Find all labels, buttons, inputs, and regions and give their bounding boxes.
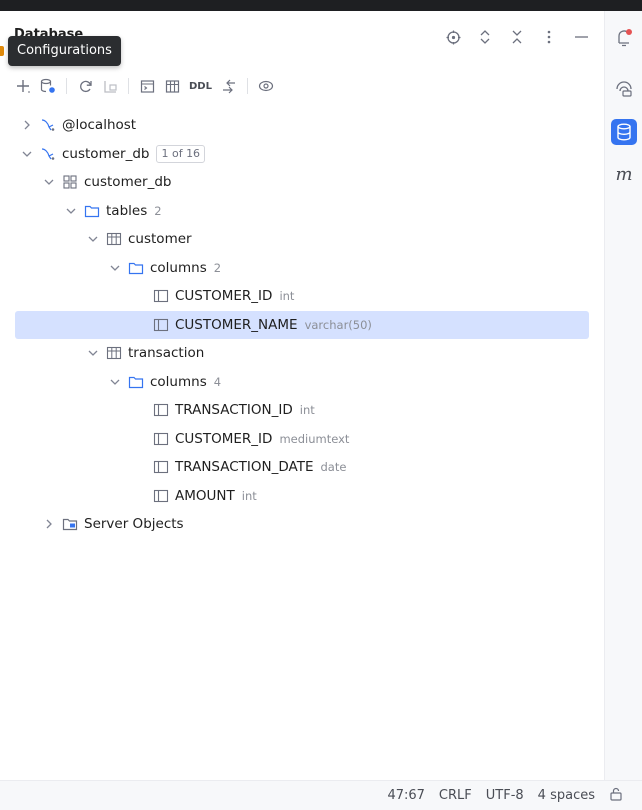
tree-item-label: CUSTOMER_NAME — [175, 316, 298, 333]
tree-item-column-transaction-date[interactable]: TRANSACTION_DATE date — [0, 453, 604, 482]
lock-icon[interactable] — [602, 787, 630, 805]
expand-all-icon[interactable] — [476, 28, 494, 46]
column-type: varchar(50) — [304, 317, 372, 332]
tree-item-transaction-columns[interactable]: columns 4 — [0, 368, 604, 397]
server-objects-icon — [62, 516, 78, 532]
column-icon — [153, 431, 169, 447]
column-type: int — [241, 488, 257, 503]
column-icon — [153, 488, 169, 504]
chevron-down-icon[interactable] — [108, 261, 122, 275]
chevron-down-icon[interactable] — [108, 375, 122, 389]
column-type: int — [279, 289, 295, 304]
tree-item-label: columns — [150, 259, 207, 276]
add-icon[interactable] — [12, 75, 34, 97]
item-count: 4 — [213, 374, 222, 389]
tree-item-server-objects[interactable]: Server Objects — [0, 510, 604, 539]
toolbar-separator — [66, 78, 67, 94]
view-options-icon[interactable] — [255, 75, 277, 97]
tree-item-label: TRANSACTION_ID — [175, 402, 293, 419]
ai-assistant-icon[interactable] — [613, 78, 635, 100]
chevron-right-icon[interactable] — [20, 118, 34, 132]
header-actions — [444, 28, 590, 46]
schema-count-badge[interactable]: 1 of 16 — [156, 144, 206, 163]
ddl-button[interactable]: DDL — [186, 75, 215, 97]
item-count: 2 — [213, 260, 222, 275]
chevron-down-icon[interactable] — [86, 346, 100, 360]
column-type: date — [320, 460, 347, 475]
tree-item-column-transaction-id[interactable]: TRANSACTION_ID int — [0, 396, 604, 425]
tree-item-customer-db-datasource[interactable]: customer_db 1 of 16 — [0, 140, 604, 169]
right-tool-strip: m — [604, 11, 642, 780]
minimize-icon[interactable] — [572, 28, 590, 46]
tree-item-label: tables — [106, 202, 148, 219]
line-separator[interactable]: CRLF — [432, 788, 479, 803]
folder-icon — [128, 374, 144, 390]
collapse-all-icon[interactable] — [508, 28, 526, 46]
table-editor-icon[interactable] — [161, 75, 183, 97]
disconnect-icon[interactable] — [99, 75, 121, 97]
tree-item-transaction-table[interactable]: transaction — [0, 339, 604, 368]
database-tool-window: Database DDL @localhost customer_db 1 of… — [0, 11, 604, 780]
column-icon — [153, 288, 169, 304]
tree-item-label: transaction — [128, 345, 205, 362]
m-plugin-label[interactable]: m — [613, 163, 635, 185]
tree-item-tables[interactable]: tables 2 — [0, 197, 604, 226]
tree-item-localhost[interactable]: @localhost — [0, 111, 604, 140]
tree-item-customer-db-schema[interactable]: customer_db — [0, 168, 604, 197]
notifications-icon[interactable] — [613, 27, 635, 49]
locate-icon[interactable] — [444, 28, 462, 46]
window-top-strip — [0, 0, 642, 11]
database-toolbar: DDL — [12, 73, 277, 99]
mysql-datasource-icon — [40, 117, 56, 133]
indent-setting[interactable]: 4 spaces — [531, 788, 602, 803]
column-type: int — [299, 403, 315, 418]
schema-icon — [62, 174, 78, 190]
data-source-properties-icon[interactable] — [37, 75, 59, 97]
database-icon[interactable] — [611, 119, 637, 145]
folder-icon — [84, 203, 100, 219]
tree-item-label: TRANSACTION_DATE — [175, 459, 314, 476]
tooltip-marker — [0, 46, 4, 56]
jump-to-icon[interactable] — [218, 75, 240, 97]
tree-item-label: @localhost — [62, 117, 137, 134]
more-options-icon[interactable] — [540, 28, 558, 46]
chevron-down-icon[interactable] — [64, 204, 78, 218]
column-icon — [153, 402, 169, 418]
chevron-down-icon[interactable] — [20, 147, 34, 161]
database-tree: @localhost customer_db 1 of 16 customer_… — [0, 111, 604, 539]
tree-item-label: Server Objects — [84, 516, 184, 533]
tree-item-column-tx-customer-id[interactable]: CUSTOMER_ID mediumtext — [0, 425, 604, 454]
item-count: 2 — [154, 203, 162, 218]
tree-item-customer-columns[interactable]: columns 2 — [0, 254, 604, 283]
query-console-icon[interactable] — [136, 75, 158, 97]
tree-item-label: AMOUNT — [175, 487, 235, 504]
mysql-datasource-icon — [40, 146, 56, 162]
chevron-down-icon[interactable] — [42, 175, 56, 189]
configurations-tooltip: Configurations — [8, 36, 121, 66]
tree-item-column-customer-name[interactable]: CUSTOMER_NAME varchar(50) — [15, 310, 589, 339]
tree-item-label: CUSTOMER_ID — [175, 430, 273, 447]
column-icon — [153, 459, 169, 475]
toolbar-separator — [246, 78, 248, 94]
file-encoding[interactable]: UTF-8 — [479, 788, 531, 803]
refresh-icon[interactable] — [74, 75, 96, 97]
folder-icon — [128, 260, 144, 276]
column-type: mediumtext — [279, 431, 350, 446]
column-icon — [153, 317, 169, 333]
tree-item-column-amount[interactable]: AMOUNT int — [0, 482, 604, 511]
tree-item-label: CUSTOMER_ID — [175, 288, 273, 305]
caret-position[interactable]: 47:67 — [380, 788, 431, 803]
table-icon — [106, 231, 122, 247]
status-bar: 47:67 CRLF UTF-8 4 spaces — [0, 780, 642, 810]
toolbar-separator — [128, 78, 129, 94]
table-icon — [106, 345, 122, 361]
tree-item-column-customer-id[interactable]: CUSTOMER_ID int — [0, 282, 604, 311]
tree-item-label: customer — [128, 231, 192, 248]
tree-item-label: customer_db — [62, 145, 150, 162]
chevron-right-icon[interactable] — [42, 517, 56, 531]
tree-item-label: customer_db — [84, 174, 172, 191]
tree-item-label: columns — [150, 373, 207, 390]
tree-item-customer-table[interactable]: customer — [0, 225, 604, 254]
chevron-down-icon[interactable] — [86, 232, 100, 246]
